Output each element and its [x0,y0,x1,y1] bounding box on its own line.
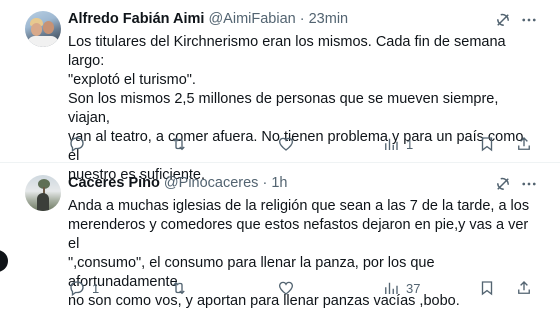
views-count: 37 [406,280,421,296]
retweet-icon [173,281,185,295]
more-horizontal-icon[interactable] [519,11,539,29]
retweet-icon [173,137,185,151]
views-chart-icon [385,282,398,294]
avatar[interactable] [25,175,61,211]
tweet-actions: 1 37 [60,277,540,299]
tweet-text-line: Son los mismos 2,5 millones de personas … [68,91,499,126]
reply-button[interactable]: 1 [68,277,99,299]
views-chart-icon [385,138,398,150]
tweet-text-line: merenderos y comedores que estos nefasto… [68,217,529,252]
separator-dot: · [262,175,268,191]
like-button[interactable] [277,133,301,155]
grok-icon[interactable] [494,175,512,193]
tweet-text-line: Los titulares del Kirchnerismo eran los … [68,34,506,69]
left-edge-avatar-fragment [0,250,8,272]
bookmark-icon [481,281,493,296]
views-button[interactable]: 1 [382,133,413,155]
author-name[interactable]: Caceres Pino [68,175,160,191]
retweet-button[interactable] [170,277,194,299]
reply-count: 1 [92,280,100,296]
separator-dot: · [299,11,305,27]
more-horizontal-icon[interactable] [519,175,539,193]
reply-icon [70,137,84,153]
heart-icon [278,137,294,151]
reply-button[interactable] [68,133,92,155]
author-handle[interactable]: @AimiFabian [208,11,295,27]
tweet-text-line: "explotó el turismo". [68,72,196,88]
bookmark-icon [481,137,493,152]
share-icon [518,281,530,294]
tweet-text-line: Anda a muchas iglesias de la religión qu… [68,198,530,214]
views-count: 1 [406,136,414,152]
tweet-divider [0,162,560,163]
tweet-header: Caceres Pino @Pinocaceres · 1h [68,173,287,193]
tweet-time[interactable]: 1h [271,175,287,191]
share-icon [518,137,530,150]
avatar[interactable] [25,11,61,47]
tweet-time[interactable]: 23min [309,11,349,27]
reply-icon [70,281,84,297]
retweet-button[interactable] [170,133,194,155]
author-name[interactable]: Alfredo Fabián Aimi [68,11,204,27]
heart-icon [278,281,294,295]
author-handle[interactable]: @Pinocaceres [164,175,259,191]
tweet-header: Alfredo Fabián Aimi @AimiFabian · 23min [68,9,348,29]
like-button[interactable] [277,277,301,299]
bookmark-button[interactable] [478,133,496,155]
bookmark-button[interactable] [478,277,496,299]
tweet-actions: 1 [60,133,540,155]
grok-icon[interactable] [494,11,512,29]
views-button[interactable]: 37 [382,277,420,299]
share-button[interactable] [515,133,533,155]
share-button[interactable] [515,277,533,299]
